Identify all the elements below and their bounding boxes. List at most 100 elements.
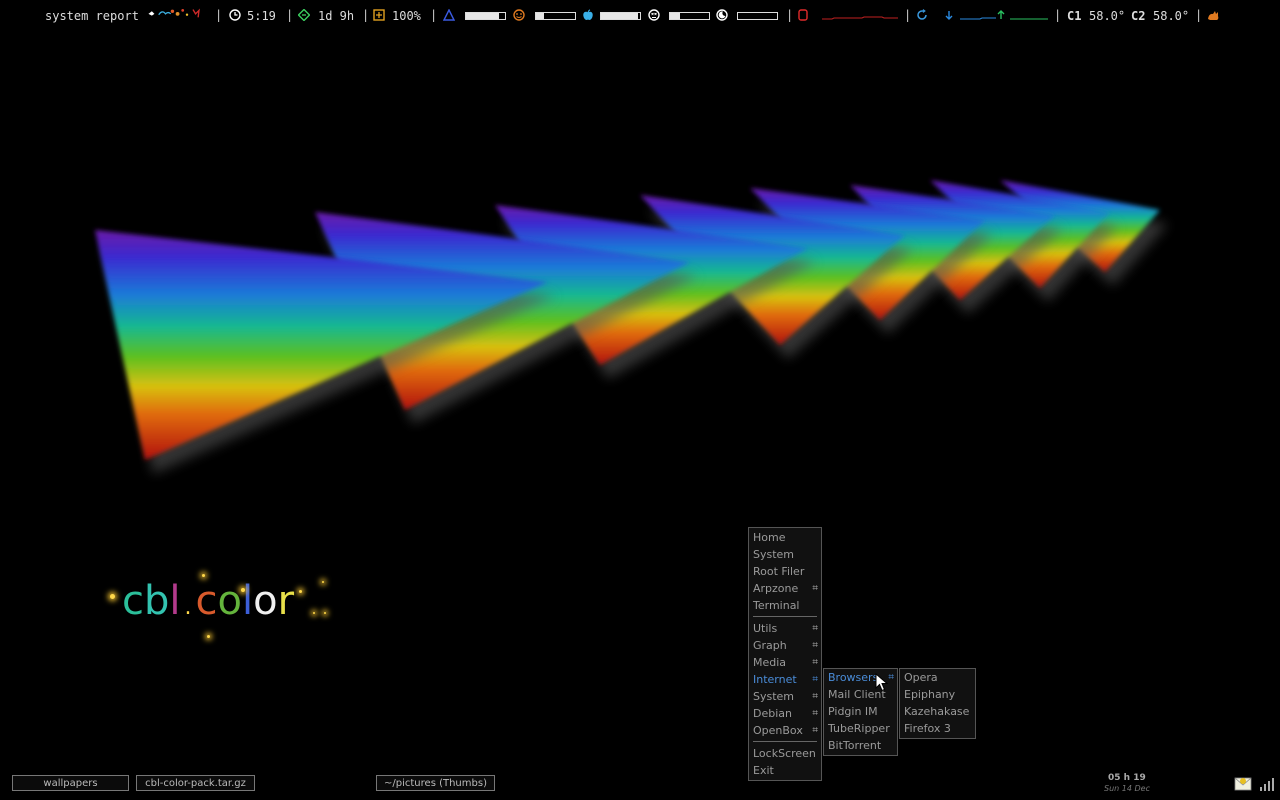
- colorful-birds-icon: [148, 8, 200, 18]
- tray-clock-time: 05 h 19: [1108, 773, 1146, 783]
- menu-item-label: System: [753, 548, 795, 561]
- clock-icon: [229, 9, 241, 21]
- separator: |: [904, 8, 912, 22]
- menu-item-terminal[interactable]: Terminal: [749, 597, 821, 614]
- system-report-bar: system report | 5:19 | 1d 9h | 100% | | …: [0, 0, 1280, 32]
- menu-item-system[interactable]: System: [749, 546, 821, 563]
- separator: |: [786, 8, 794, 22]
- task-cbl-color-pack[interactable]: cbl-color-pack.tar.gz: [136, 775, 255, 791]
- disk-face-icon: [648, 9, 660, 21]
- refresh-icon: [917, 9, 927, 20]
- cpu-triangle-icon: [443, 9, 455, 21]
- separator: |: [362, 8, 370, 22]
- tray-clock-date: Sun 14 Dec: [1104, 784, 1150, 793]
- submenu-arrow-icon: ⌗: [812, 674, 818, 685]
- menu-item-debian[interactable]: Debian ⌗: [749, 705, 821, 722]
- sparkle: [322, 581, 324, 583]
- menu-item-label: Root Filer: [753, 565, 805, 578]
- menu-item-bittorrent[interactable]: BitTorrent: [824, 737, 897, 754]
- menu-item-label: Epiphany: [904, 688, 956, 701]
- menu-item-label: Exit: [753, 764, 774, 777]
- bar-title: system report: [45, 9, 139, 23]
- logo-letter: l: [169, 578, 181, 624]
- disk-meter: [669, 12, 710, 20]
- battery-text: 100%: [392, 9, 421, 23]
- menu-item-lockscreen[interactable]: LockScreen: [749, 745, 821, 762]
- submenu-arrow-icon: ⌗: [888, 672, 894, 683]
- task-pictures-thumbs[interactable]: ~/pictures (Thumbs): [376, 775, 495, 791]
- separator: |: [1195, 8, 1203, 22]
- menu-item-utils[interactable]: Utils ⌗: [749, 620, 821, 637]
- submenu-arrow-icon: ⌗: [812, 583, 818, 594]
- battery-icon: [373, 9, 385, 21]
- cat-icon: [1208, 11, 1219, 20]
- sparkle: [207, 635, 210, 638]
- separator: |: [430, 8, 438, 22]
- menu-item-label: BitTorrent: [828, 739, 882, 752]
- swap-meter-fill: [601, 13, 639, 19]
- menu-item-openbox[interactable]: OpenBox ⌗: [749, 722, 821, 739]
- separator: |: [215, 8, 223, 22]
- menu-item-tuberipper[interactable]: TubeRipper: [824, 720, 897, 737]
- menu-item-label: Media: [753, 656, 787, 669]
- cpu-meter: [465, 12, 506, 20]
- apple-icon: [583, 9, 593, 20]
- logo-letter: .: [184, 595, 192, 620]
- sparkle: [202, 574, 205, 577]
- menu-item-graph[interactable]: Graph ⌗: [749, 637, 821, 654]
- logo-letter: o: [253, 578, 278, 624]
- submenu-arrow-icon: ⌗: [812, 640, 818, 651]
- network-graph-red: [822, 16, 898, 20]
- memory-meter: [535, 12, 576, 20]
- network-signal-icon[interactable]: [1259, 776, 1275, 792]
- sparkle: [110, 594, 115, 599]
- menu-item-label: Utils: [753, 622, 778, 635]
- download-graph: [960, 17, 996, 20]
- sparkle: [313, 612, 315, 614]
- clock-time: 5:19: [247, 9, 276, 23]
- download-arrow-icon: [945, 11, 953, 20]
- menu-item-label: LockScreen: [753, 747, 816, 760]
- menu-item-label: Internet: [753, 673, 797, 686]
- menu-item-label: Browsers: [828, 671, 879, 684]
- menu-item-label: Terminal: [753, 599, 800, 612]
- mail-notification-icon[interactable]: [1234, 775, 1252, 791]
- logo-letter: o: [217, 578, 242, 624]
- menu-item-arpzone[interactable]: Arpzone ⌗: [749, 580, 821, 597]
- menu-item-opera[interactable]: Opera: [900, 669, 975, 686]
- menu-item-exit[interactable]: Exit: [749, 762, 821, 779]
- menu-item-epiphany[interactable]: Epiphany: [900, 686, 975, 703]
- memory-face-icon: [513, 9, 525, 21]
- cbl-color-logo: cbl. color: [122, 578, 294, 624]
- cpu-meter-fill: [466, 13, 500, 19]
- logo-letter: c: [195, 578, 218, 624]
- logo-letter: c: [122, 578, 144, 624]
- logo-letter: b: [144, 578, 170, 624]
- separator: |: [1054, 8, 1062, 22]
- task-wallpapers[interactable]: wallpapers: [12, 775, 129, 791]
- menu-item-label: Arpzone: [753, 582, 799, 595]
- sparkle: [324, 612, 326, 614]
- wallpaper-rainbow-prisms: [95, 180, 1168, 474]
- menu-item-root-filer[interactable]: Root Filer: [749, 563, 821, 580]
- submenu-arrow-icon: ⌗: [812, 691, 818, 702]
- cpu2-temp: 58.0°: [1153, 9, 1190, 23]
- phone-icon: [798, 9, 808, 21]
- uptime-diamond-icon: [298, 9, 310, 21]
- menu-item-system[interactable]: System ⌗: [749, 688, 821, 705]
- moon-icon: [716, 9, 728, 21]
- menu-item-label: TubeRipper: [828, 722, 890, 735]
- menu-item-internet[interactable]: Internet ⌗: [749, 671, 821, 688]
- menu-item-label: Firefox 3: [904, 722, 951, 735]
- menu-item-pidgin-im[interactable]: Pidgin IM: [824, 703, 897, 720]
- menu-item-home[interactable]: Home: [749, 529, 821, 546]
- menu-item-kazehakase[interactable]: Kazehakase: [900, 703, 975, 720]
- cpu2-label: C2: [1131, 9, 1146, 23]
- menu-item-firefox-3[interactable]: Firefox 3: [900, 720, 975, 737]
- disk-meter-fill: [670, 13, 680, 19]
- menu-divider: [753, 741, 817, 742]
- uptime-text: 1d 9h: [318, 9, 355, 23]
- cpu1-temp: 58.0°: [1089, 9, 1126, 23]
- menu-item-media[interactable]: Media ⌗: [749, 654, 821, 671]
- menu-item-label: Graph: [753, 639, 787, 652]
